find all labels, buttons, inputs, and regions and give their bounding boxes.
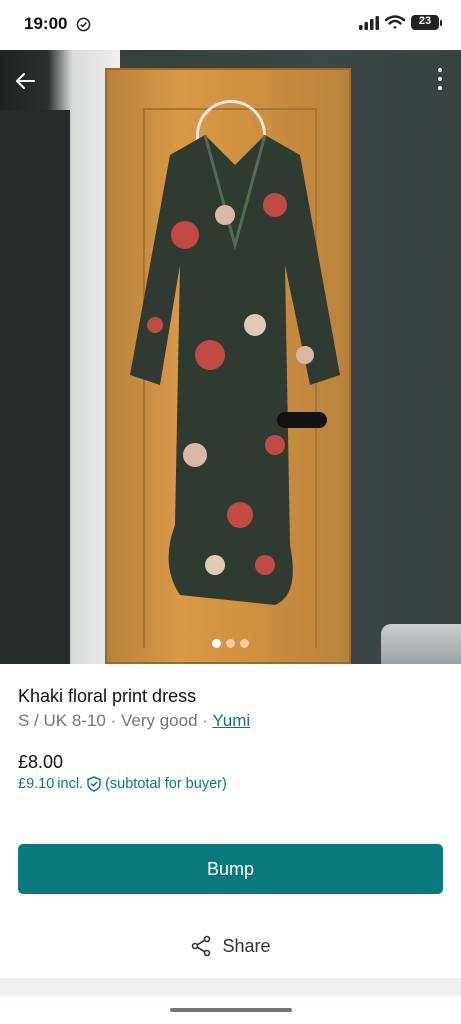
share-button[interactable]: Share: [0, 928, 461, 964]
shield-check-icon: [87, 776, 101, 792]
door-handle-image: [277, 412, 327, 428]
status-icons: 23: [359, 15, 442, 30]
status-time: 19:00: [24, 14, 68, 33]
item-title: Khaki floral print dress: [18, 686, 197, 706]
share-icon: [192, 935, 211, 957]
battery-level: 23: [418, 15, 432, 27]
brand-link[interactable]: Yumi: [212, 711, 250, 730]
share-label: Share: [222, 935, 271, 956]
item-photo-carousel[interactable]: [0, 50, 461, 664]
bump-button[interactable]: Bump: [18, 844, 443, 894]
carousel-dot-2[interactable]: [226, 639, 235, 648]
more-vert-icon[interactable]: [437, 68, 443, 94]
dress-image: [130, 134, 340, 605]
bottom-divider: [0, 978, 461, 996]
doorway-shadow: [0, 110, 70, 664]
carousel-dot-3[interactable]: [240, 639, 249, 648]
item-condition: Very good: [120, 711, 198, 730]
status-bar: 19:00 23: [0, 0, 461, 50]
signal-icon: [359, 15, 379, 30]
battery-icon: 23: [411, 15, 442, 30]
item-meta: S / UK 8-10 · Very good · Yumi: [18, 711, 251, 730]
home-indicator[interactable]: [170, 1008, 292, 1012]
buyer-protection-price[interactable]: £9.10 incl. (subtotal for buyer): [18, 776, 227, 792]
wifi-icon: [385, 15, 405, 29]
carousel-indicator: [0, 639, 461, 648]
incl-price: £9.10: [18, 776, 55, 792]
do-not-disturb-icon: [76, 17, 91, 32]
back-arrow-icon[interactable]: [14, 70, 36, 92]
incl-note: (subtotal for buyer): [105, 776, 227, 792]
item-size: S / UK 8-10: [18, 711, 106, 730]
carousel-dot-1[interactable]: [212, 639, 221, 648]
incl-label: incl.: [57, 776, 84, 792]
item-price: £8.00: [18, 752, 64, 772]
